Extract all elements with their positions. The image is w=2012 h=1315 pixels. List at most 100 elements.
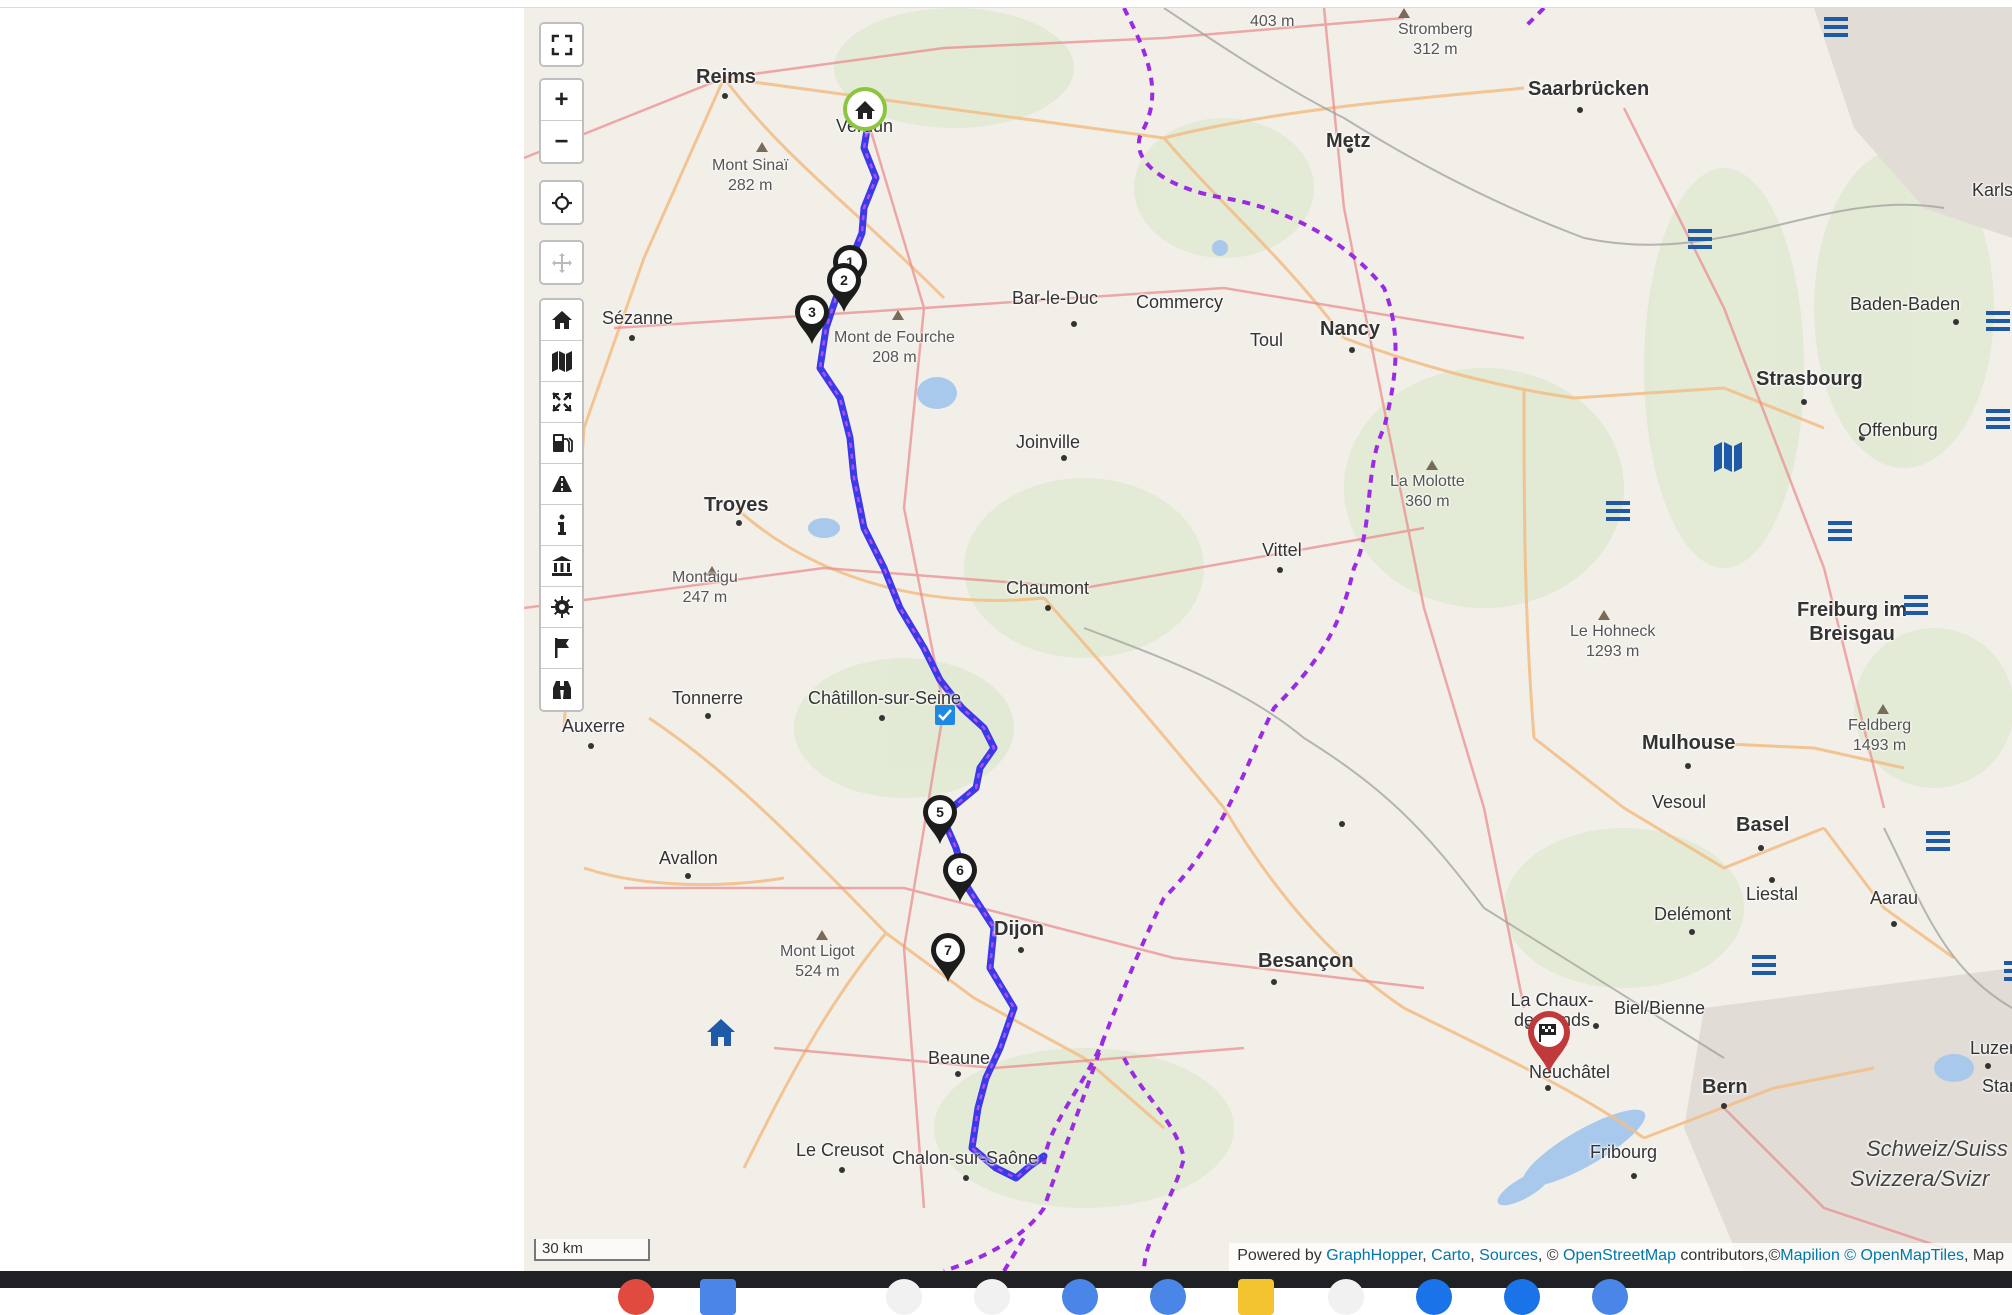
taskbar-app-icon[interactable] bbox=[1504, 1279, 1540, 1315]
osm-copyright: © bbox=[1546, 1247, 1559, 1264]
flag-icon bbox=[554, 638, 569, 658]
city-label: Fribourg bbox=[1590, 1142, 1658, 1162]
fullscreen-button[interactable] bbox=[541, 24, 582, 65]
city-label: Beaune bbox=[928, 1048, 991, 1068]
taskbar-app-icon[interactable] bbox=[1150, 1279, 1186, 1315]
settings-icon bbox=[550, 596, 573, 618]
toolbar-museum-button[interactable] bbox=[541, 546, 582, 587]
city-label: Commercy bbox=[1136, 292, 1224, 312]
toolbar-home-button[interactable] bbox=[541, 300, 582, 341]
home-icon bbox=[551, 311, 572, 329]
taskbar-app-icon[interactable] bbox=[1592, 1279, 1628, 1315]
city-label: Besançon bbox=[1258, 950, 1354, 972]
waypoint-number: 3 bbox=[808, 304, 816, 320]
country-label: Schweiz/Suiss bbox=[1866, 1136, 2008, 1161]
city-label: Auxerre bbox=[562, 716, 626, 736]
taskbar-app-icon[interactable] bbox=[1416, 1279, 1452, 1315]
city-label: Luzern bbox=[1970, 1038, 2012, 1058]
list-poi-icon[interactable] bbox=[1826, 518, 1854, 544]
attribution: Powered by GraphHopper, Carto, Sources, … bbox=[1229, 1243, 2012, 1271]
toolbar-binoculars-button[interactable] bbox=[541, 669, 582, 710]
waypoint-marker[interactable]: 3 bbox=[792, 294, 832, 346]
toolbar-settings-button[interactable] bbox=[541, 587, 582, 628]
zoom-in-button[interactable]: + bbox=[541, 80, 582, 121]
list-poi-icon[interactable] bbox=[1604, 498, 1632, 524]
mapilion-link[interactable]: Mapilion bbox=[1780, 1247, 1840, 1264]
list-poi-icon[interactable] bbox=[1924, 828, 1952, 854]
list-poi-icon[interactable] bbox=[1686, 226, 1714, 252]
locate-button[interactable] bbox=[541, 182, 582, 223]
map-view[interactable]: Reims Metz Saarbrücken Verdun Sézanne Ba… bbox=[524, 8, 2012, 1271]
osm-link[interactable]: OpenStreetMap bbox=[1563, 1247, 1676, 1264]
graphhopper-link[interactable]: GraphHopper bbox=[1326, 1247, 1422, 1264]
openmaptiles-link[interactable]: © OpenMapTiles bbox=[1844, 1247, 1964, 1264]
waypoint-marker[interactable]: 5 bbox=[920, 794, 960, 846]
peak-label: La Molotte 360 m bbox=[1390, 473, 1465, 510]
city-label: Joinville bbox=[1016, 432, 1081, 452]
contributors-text: contributors,© bbox=[1680, 1247, 1781, 1264]
waypoint-marker[interactable]: 6 bbox=[940, 852, 980, 904]
fullscreen-control bbox=[539, 22, 584, 67]
home-poi-icon[interactable] bbox=[704, 1016, 738, 1048]
taskbar bbox=[0, 1271, 2012, 1315]
city-label: Chalon-sur-Saône bbox=[892, 1148, 1039, 1168]
city-label: Dijon bbox=[994, 918, 1044, 940]
checkbox-marker-icon[interactable] bbox=[934, 704, 956, 726]
taskbar-app-icon[interactable] bbox=[1238, 1279, 1274, 1315]
list-poi-icon[interactable] bbox=[1750, 952, 1778, 978]
map-poi-icon[interactable] bbox=[1712, 440, 1744, 474]
list-poi-icon[interactable] bbox=[2002, 958, 2012, 984]
city-label: Bern bbox=[1702, 1076, 1748, 1098]
start-marker[interactable] bbox=[840, 84, 890, 144]
fuel-icon bbox=[552, 434, 573, 453]
taskbar-app-icon[interactable] bbox=[1062, 1279, 1098, 1315]
city-label: Strasbourg bbox=[1756, 368, 1863, 390]
city-label: Biel/Bienne bbox=[1614, 998, 1706, 1018]
locate-control bbox=[539, 180, 584, 225]
zoom-out-button[interactable]: − bbox=[541, 121, 582, 162]
peak-label: Stromberg 312 m bbox=[1398, 21, 1473, 58]
toolbar-info-button[interactable] bbox=[541, 505, 582, 546]
city-label: Offenburg bbox=[1858, 420, 1938, 440]
road-icon bbox=[551, 476, 572, 492]
waypoint-number: 2 bbox=[840, 272, 848, 288]
scale-bar: 30 km bbox=[534, 1239, 650, 1261]
city-label: Liestal bbox=[1746, 884, 1799, 904]
city-label: Avallon bbox=[659, 848, 718, 868]
taskbar-app-icon[interactable] bbox=[886, 1279, 922, 1315]
country-label: Svizzera/Svizr bbox=[1850, 1166, 1990, 1191]
finish-marker[interactable] bbox=[1524, 1008, 1574, 1078]
city-label: Karlsr bbox=[1972, 180, 2012, 200]
toolbar-road-button[interactable] bbox=[541, 464, 582, 505]
list-poi-icon[interactable] bbox=[1822, 14, 1850, 40]
city-label: Metz bbox=[1326, 130, 1371, 152]
peak-label: Montaigu 247 m bbox=[672, 569, 738, 606]
toolbar-map-button[interactable] bbox=[541, 341, 582, 382]
waypoint-marker[interactable]: 7 bbox=[928, 932, 968, 984]
toolbar-flag-button[interactable] bbox=[541, 628, 582, 669]
zoom-control: + − bbox=[539, 78, 584, 164]
taskbar-app-icon[interactable] bbox=[618, 1279, 654, 1315]
list-poi-icon[interactable] bbox=[1984, 406, 2012, 432]
toolbar-fuel-button[interactable] bbox=[541, 423, 582, 464]
taskbar-app-icon[interactable] bbox=[700, 1279, 736, 1315]
carto-link[interactable]: Carto bbox=[1431, 1247, 1470, 1264]
waypoint-number: 7 bbox=[944, 942, 952, 958]
fullscreen-icon bbox=[551, 34, 572, 55]
toolbar-expand-button[interactable] bbox=[541, 382, 582, 423]
attribution-prefix: Powered by bbox=[1237, 1247, 1322, 1264]
city-label: Basel bbox=[1736, 814, 1790, 836]
taskbar-app-icon[interactable] bbox=[1328, 1279, 1364, 1315]
expand-icon bbox=[551, 392, 572, 412]
peak-label: Mont Sinaï 282 m bbox=[712, 157, 789, 194]
move-button[interactable] bbox=[541, 242, 582, 283]
list-poi-icon[interactable] bbox=[1902, 592, 1930, 618]
city-label: Saarbrücken bbox=[1528, 78, 1650, 100]
list-poi-icon[interactable] bbox=[1984, 308, 2012, 334]
museum-icon bbox=[551, 556, 572, 576]
city-label: Vittel bbox=[1262, 540, 1302, 560]
taskbar-app-icon[interactable] bbox=[974, 1279, 1010, 1315]
sources-link[interactable]: Sources bbox=[1479, 1247, 1538, 1264]
city-label: Freiburg im Breisgau bbox=[1796, 599, 1907, 645]
city-label: Toul bbox=[1250, 330, 1284, 350]
